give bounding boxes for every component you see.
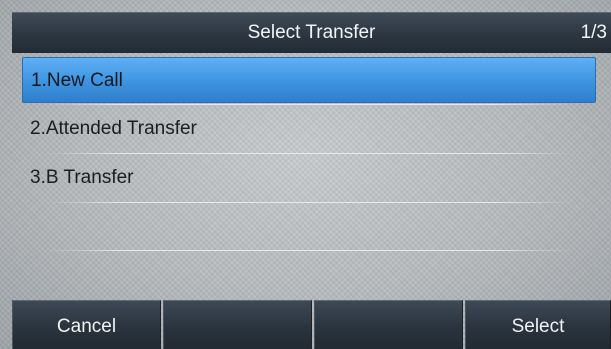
softkey-3[interactable]	[314, 300, 463, 349]
softkey-2[interactable]	[163, 300, 312, 349]
list-divider	[44, 250, 574, 251]
list-item-label: 3.B Transfer	[30, 167, 134, 188]
list-item-b-transfer[interactable]: 3.B Transfer	[22, 155, 596, 201]
list-item-label: 2.Attended Transfer	[30, 118, 197, 139]
list-divider	[44, 202, 574, 203]
list-divider	[44, 104, 574, 105]
softkey-label: Select	[511, 316, 565, 337]
screen-title: Select Transfer	[247, 22, 376, 43]
phone-screen: Select Transfer 1/3 1.New Call 2.Attende…	[0, 0, 611, 349]
list-divider	[44, 153, 574, 154]
cancel-softkey[interactable]: Cancel	[12, 300, 161, 349]
list-item-new-call[interactable]: 1.New Call	[22, 57, 596, 103]
page-indicator: 1/3	[580, 22, 607, 43]
list-item-label: 1.New Call	[31, 70, 123, 91]
list-item-attended-transfer[interactable]: 2.Attended Transfer	[22, 106, 596, 152]
softkey-bar: Cancel Select	[0, 300, 611, 349]
title-bar: Select Transfer 1/3	[12, 12, 611, 53]
select-softkey[interactable]: Select	[465, 300, 611, 349]
softkey-label: Cancel	[56, 316, 117, 337]
